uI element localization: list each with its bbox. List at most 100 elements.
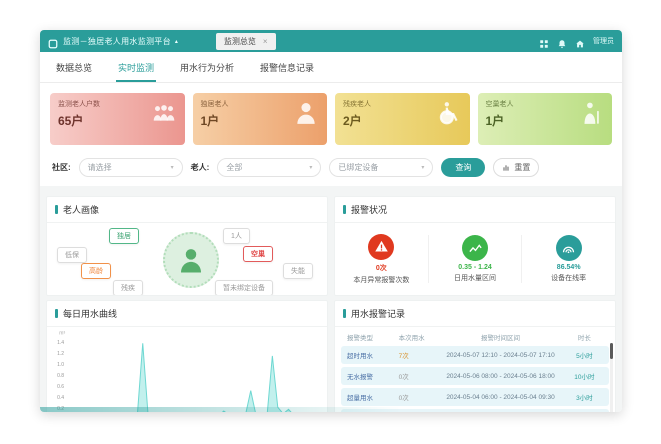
app-logo-icon <box>48 36 58 46</box>
chart-panel-title: 每日用水曲线 <box>63 307 117 320</box>
user-label[interactable]: 管理员 <box>593 36 614 46</box>
open-page-tab[interactable]: 监测总览 × <box>216 33 276 50</box>
panel-accent-bar <box>343 309 346 318</box>
filter-label-2: 老人: <box>191 162 210 173</box>
svg-text:1.0: 1.0 <box>57 362 64 368</box>
alarm-status-panel: 报警状况 0次本月异常报警次数0.35 - 1.24 日用水量区间86.54% 设备… <box>334 196 616 296</box>
table-cell: 超量用水 <box>345 392 399 402</box>
table-cell: 2024-05-06 08:00 - 2024-05-06 18:00 <box>437 373 563 380</box>
filter-select-value: 全部 <box>226 162 242 173</box>
home-icon[interactable] <box>575 36 585 46</box>
table-header-cell: 报警时间区间 <box>437 332 563 342</box>
wheelchair-icon <box>436 100 462 126</box>
panel-accent-bar <box>343 205 346 214</box>
alarm-records-panel: 用水报警记录 报警类型本次用水报警时间区间时长 超时用水7次2024-05-07… <box>334 300 616 412</box>
profile-panel: 老人画像 低保 独居高龄残疾 1人空巢失能暂未绑定设备 <box>46 196 328 296</box>
table-header-cell: 本次用水 <box>399 332 438 342</box>
apps-grid-icon[interactable] <box>539 36 549 46</box>
chevron-down-icon: ▾ <box>171 164 174 171</box>
table-header-row: 报警类型本次用水报警时间区间时长 <box>341 329 609 346</box>
alarm-stat-label: 设备在线率 <box>522 273 615 283</box>
search-button[interactable]: 查询 <box>441 158 485 177</box>
filter-bar: 社区:请选择▾老人:全部▾已绑定设备▾ 查询 重置 <box>40 151 622 186</box>
profile-tag[interactable]: 独居 <box>109 228 139 244</box>
stat-card-4[interactable]: 空巢老人1户 <box>478 93 613 145</box>
warning-icon <box>368 234 394 260</box>
tab-1[interactable]: 数据总览 <box>54 61 94 82</box>
alarm-stat-value: 0次 <box>335 263 428 273</box>
svg-text:1.2: 1.2 <box>57 351 64 357</box>
alarm-stat-2: 0.35 - 1.24 日用水量区间 <box>428 235 522 283</box>
profile-tag[interactable]: 1人 <box>223 228 250 244</box>
filter-label-1: 社区: <box>52 162 71 173</box>
svg-text:1.4: 1.4 <box>57 340 64 346</box>
filter-select-value: 请选择 <box>88 162 112 173</box>
svg-text:m³: m³ <box>59 331 65 337</box>
stat-cards-row: 监测老人户数65户独居老人1户残疾老人2户空巢老人1户 <box>40 83 622 151</box>
profile-tag-cloud: 低保 独居高龄残疾 1人空巢失能暂未绑定设备 <box>47 223 327 295</box>
profile-tag[interactable]: 空巢 <box>243 246 273 262</box>
elder-avatar[interactable] <box>163 232 219 288</box>
chevron-down-icon: ▾ <box>421 164 424 171</box>
filter-select-1[interactable]: 请选择 ▾ <box>79 158 183 177</box>
trend-icon <box>462 235 488 261</box>
profile-tag[interactable]: 低保 <box>57 247 87 263</box>
stat-card-3[interactable]: 残疾老人2户 <box>335 93 470 145</box>
table-row[interactable]: 超量用水0次2024-05-04 06:00 - 2024-05-04 09:3… <box>341 388 609 406</box>
top-bar: 监测－独居老人用水监测平台 ▴ 监测总览 × 管理员 <box>40 30 622 52</box>
table-scrollbar[interactable] <box>610 343 613 412</box>
stat-card-2[interactable]: 独居老人1户 <box>193 93 328 145</box>
alarm-panel-title: 报警状况 <box>351 203 387 216</box>
alarm-records-table: 报警类型本次用水报警时间区间时长 超时用水7次2024-05-07 12:10 … <box>335 327 615 412</box>
tab-close-icon[interactable]: × <box>263 37 268 46</box>
svg-text:0.6: 0.6 <box>57 384 64 390</box>
alarm-stat-label: 日用水量区间 <box>429 273 522 283</box>
app-window: 监测－独居老人用水监测平台 ▴ 监测总览 × 管理员 数据总览 实时监测 用水行为分… <box>40 30 622 412</box>
bell-icon[interactable] <box>557 36 567 46</box>
panel-accent-bar <box>55 205 58 214</box>
tab-3[interactable]: 用水行为分析 <box>178 61 236 82</box>
profile-tag[interactable]: 残疾 <box>113 280 143 296</box>
profile-tag[interactable]: 高龄 <box>81 263 111 279</box>
profile-tag[interactable]: 暂未绑定设备 <box>215 280 273 296</box>
section-tabs: 数据总览 实时监测 用水行为分析 报警信息记录 <box>40 52 622 83</box>
water-usage-chart: m³1.41.21.00.80.60.40.2000:0001:3003:000… <box>47 327 327 412</box>
tab-2[interactable]: 实时监测 <box>116 61 156 82</box>
filter-select-2[interactable]: 全部 ▾ <box>217 158 321 177</box>
bar-chart-icon <box>502 164 510 172</box>
table-cell: 0次 <box>399 371 438 381</box>
table-cell: 7次 <box>399 350 438 360</box>
brand-caret-icon[interactable]: ▴ <box>175 38 178 45</box>
table-panel-title: 用水报警记录 <box>351 307 405 320</box>
table-cell: 2024-05-07 12:10 - 2024-05-07 17:10 <box>437 352 563 359</box>
profile-tag[interactable]: 失能 <box>283 263 313 279</box>
alarm-stat-value: 86.54% <box>522 264 615 271</box>
open-page-tab-label: 监测总览 <box>224 36 256 47</box>
svg-text:0.8: 0.8 <box>57 373 64 379</box>
table-cell: 0次 <box>399 392 438 402</box>
elderly-icon <box>578 100 604 126</box>
profile-panel-title: 老人画像 <box>63 203 99 216</box>
table-cell: 10小时 <box>564 371 605 381</box>
chevron-down-icon: ▾ <box>309 164 312 171</box>
water-usage-chart-panel: 每日用水曲线 m³1.41.21.00.80.60.40.2000:0001:3… <box>46 300 328 412</box>
reset-button[interactable]: 重置 <box>493 158 539 177</box>
table-cell: 2024-05-04 06:00 - 2024-05-04 09:30 <box>437 394 563 401</box>
usage-area-chart: m³1.41.21.00.80.60.40.2000:0001:3003:000… <box>47 327 327 412</box>
people-group-icon <box>151 100 177 126</box>
table-cell: 3小时 <box>564 392 605 402</box>
table-cell: 超时用水 <box>345 350 399 360</box>
stat-card-1[interactable]: 监测老人户数65户 <box>50 93 185 145</box>
alarm-stat-1: 0次本月异常报警次数 <box>335 234 428 285</box>
table-cell: 无水报警 <box>345 371 399 381</box>
brand-title: 监测－独居老人用水监测平台 <box>63 36 171 47</box>
panel-accent-bar <box>55 309 58 318</box>
alarm-stat-label: 本月异常报警次数 <box>335 275 428 285</box>
alarm-stat-value: 0.35 - 1.24 <box>429 264 522 271</box>
tab-4[interactable]: 报警信息记录 <box>258 61 316 82</box>
alarm-stat-3: 86.54% 设备在线率 <box>521 235 615 283</box>
table-row[interactable]: 超时用水7次2024-05-07 12:10 - 2024-05-07 17:1… <box>341 346 609 364</box>
table-row[interactable]: 无水报警0次2024-05-06 08:00 - 2024-05-06 18:0… <box>341 367 609 385</box>
filter-select-3[interactable]: 已绑定设备▾ <box>329 158 433 177</box>
footer-accent-strip <box>40 407 622 412</box>
